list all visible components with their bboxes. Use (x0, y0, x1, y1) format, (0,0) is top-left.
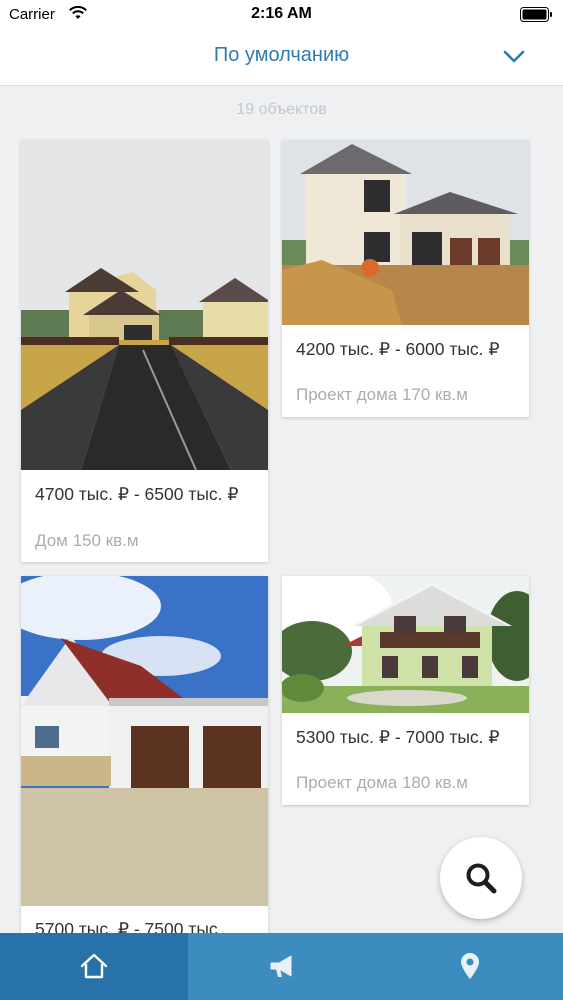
house-photo[interactable] (282, 140, 529, 325)
property-description: Дом 150 кв.м (35, 531, 139, 550)
clock: 2:16 AM (251, 5, 312, 22)
listing-card[interactable]: 4200 тыс. ₽ - 6000 тыс. ₽ Проект дома 17… (282, 140, 529, 417)
tab-map[interactable] (376, 933, 563, 1000)
listing-card[interactable]: 4700 тыс. ₽ - 6500 тыс. ₽ Дом 150 кв.м (21, 140, 268, 562)
map-pin-icon (461, 953, 479, 979)
status-bar: Carrier 2:16 AM (0, 0, 563, 30)
battery-icon (520, 7, 552, 22)
listing-card[interactable]: 5300 тыс. ₽ - 7000 тыс. ₽ Проект дома 18… (282, 576, 529, 805)
sort-bar[interactable]: По умолчанию (0, 30, 563, 86)
tab-bar (0, 933, 563, 1000)
house-photo[interactable] (21, 140, 268, 470)
tab-announcements[interactable] (188, 933, 376, 1000)
chevron-down-icon[interactable] (503, 50, 525, 64)
house-photo[interactable] (282, 576, 529, 713)
price-range: 4200 тыс. ₽ - 6000 тыс. ₽ (296, 339, 500, 359)
megaphone-icon (270, 955, 292, 977)
property-description: Проект дома 180 кв.м (296, 773, 468, 792)
house-photo[interactable] (21, 576, 268, 906)
price-range: 5300 тыс. ₽ - 7000 тыс. ₽ (296, 727, 500, 747)
search-button[interactable] (440, 837, 522, 919)
home-icon (80, 953, 108, 979)
search-icon (466, 863, 497, 894)
price-range: 4700 тыс. ₽ - 6500 тыс. ₽ (35, 484, 239, 504)
sort-selector-label[interactable]: По умолчанию (0, 44, 563, 67)
property-description: Проект дома 170 кв.м (296, 385, 468, 404)
tab-home[interactable] (0, 933, 188, 1000)
results-count: 19 объектов (236, 101, 327, 118)
listing-card[interactable]: 5700 тыс. ₽ - 7500 тыс. (21, 576, 268, 946)
